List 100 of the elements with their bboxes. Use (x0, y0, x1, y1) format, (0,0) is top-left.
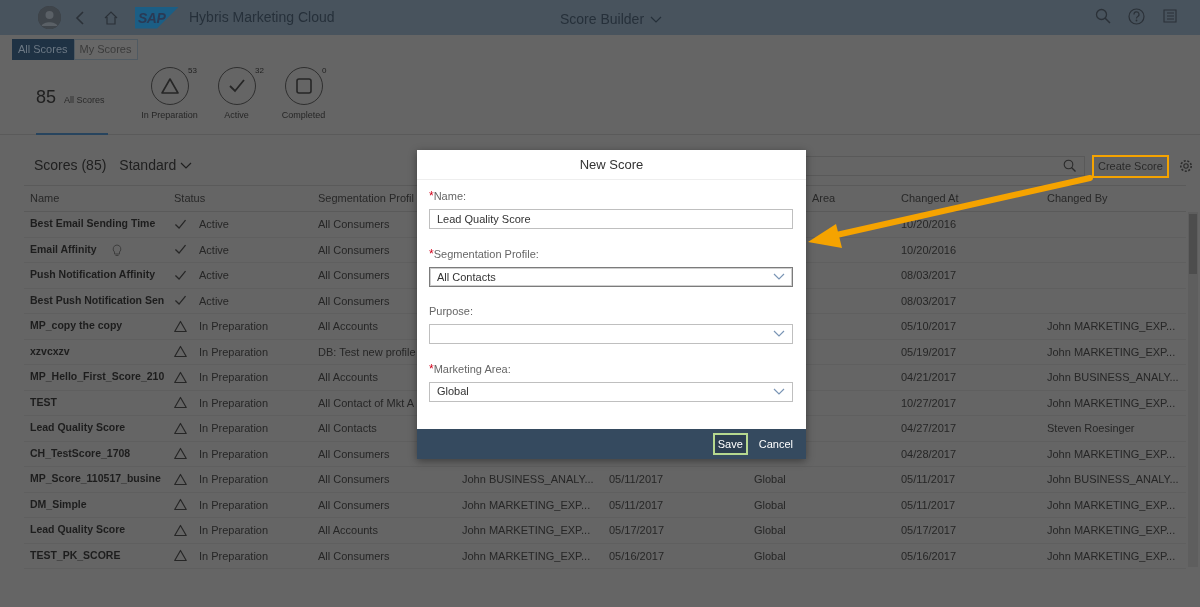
table-cell: All Consumers (318, 447, 390, 460)
square-icon (294, 76, 313, 95)
table-cell: Steven Roesinger (1047, 422, 1135, 434)
table-cell: John MARKETING_EXP... (462, 498, 591, 511)
triangle-icon (174, 498, 187, 512)
column-header[interactable]: Name (24, 190, 168, 207)
table-cell-text: Best Push Notification Sen (29, 292, 165, 308)
table-cell: 10/20/2016 (901, 243, 957, 256)
table-cell: All Accounts (318, 524, 378, 536)
table-cell-text: Push Notification Affinity (29, 267, 156, 283)
table-title: Scores (85) (34, 156, 107, 175)
table-cell: All Contact of Mkt A (318, 396, 414, 409)
table-cell: All Consumers (318, 473, 390, 485)
table-cell: 05/19/2017 (901, 345, 957, 358)
table-cell: John MARKETING_EXP... (1047, 396, 1176, 409)
chevron-down-icon (650, 15, 663, 24)
status-text: Active (199, 293, 229, 309)
checkmark-icon (174, 294, 187, 308)
table-cell: John MARKETING_EXP... (1047, 498, 1176, 511)
status-text: In Preparation (199, 421, 269, 436)
scrollbar[interactable] (1188, 212, 1198, 567)
table-cell: 05/17/2017 (609, 524, 665, 536)
status-text: In Preparation (199, 395, 269, 411)
triangle-icon (174, 447, 187, 461)
notifications-icon[interactable] (1162, 8, 1178, 24)
table-cell: All Contacts (318, 422, 377, 434)
table-cell: All Consumers (318, 549, 390, 562)
table-cell: 08/03/2017 (901, 294, 957, 307)
dialog-button[interactable]: Cancel (753, 432, 798, 456)
table-cell-text: TEST (29, 394, 57, 410)
filter-label: Active (224, 108, 249, 122)
triangle-icon (174, 472, 187, 486)
table-cell-text: MP_copy the copy (29, 318, 123, 334)
table-cell-text: TEST_PK_SCORE (29, 547, 121, 563)
triangle-icon (174, 319, 187, 333)
table-cell: 05/11/2017 (901, 473, 956, 485)
scrollbar-thumb[interactable] (1189, 214, 1197, 274)
table-cell-text: Email Affinity (29, 241, 97, 257)
column-header[interactable]: Status (168, 190, 312, 207)
table-cell: 05/10/2017 (901, 320, 957, 332)
search-icon (1063, 159, 1076, 172)
avatar-icon[interactable] (38, 6, 61, 29)
view-toggle[interactable]: All Scores (12, 39, 74, 60)
status-text: In Preparation (199, 497, 269, 513)
filter-tab[interactable]: 32 Active (203, 59, 270, 122)
checkmark-icon (174, 243, 187, 257)
triangle-icon (174, 421, 187, 435)
status-text: In Preparation (199, 523, 269, 538)
table-cell: John BUSINESS_ANALY... (1047, 371, 1179, 383)
chevron-down-icon (773, 387, 785, 396)
checkmark-icon (174, 217, 187, 231)
column-header[interactable]: Changed By (1041, 190, 1186, 207)
score-count: 85 (36, 85, 57, 109)
table-cell: 04/27/2017 (901, 422, 957, 434)
status-text: In Preparation (199, 548, 269, 564)
back-icon[interactable] (75, 10, 85, 25)
dialog-button[interactable]: Save (712, 432, 748, 456)
create-score-button[interactable]: Create Score (1092, 154, 1169, 178)
table-cell: All Accounts (318, 371, 378, 383)
status-text: In Preparation (199, 370, 269, 385)
column-header[interactable]: Changed At (895, 190, 1041, 207)
triangle-icon (174, 396, 187, 410)
table-cell: 05/11/2017 (609, 498, 664, 511)
search-icon[interactable] (1095, 8, 1111, 24)
variant-label: Standard (119, 156, 177, 175)
table-cell: John MARKETING_EXP... (462, 549, 591, 562)
table-cell: Global (754, 524, 786, 536)
triangle-icon (174, 523, 187, 537)
status-text: Active (199, 217, 229, 232)
required-asterisk: * (429, 361, 434, 376)
table-cell-text: CH_TestScore_1708 (29, 445, 131, 461)
triangle-icon (174, 370, 187, 384)
status-text: Active (199, 242, 229, 258)
status-text: In Preparation (199, 472, 269, 487)
table-cell: 04/28/2017 (901, 447, 957, 460)
table-cell: All Consumers (318, 243, 390, 256)
table-cell-text: xzvcxzv (29, 343, 70, 359)
required-asterisk: * (429, 189, 434, 203)
status-text: In Preparation (199, 446, 269, 462)
input-field[interactable]: Lead Quality Score (429, 209, 793, 229)
home-icon[interactable] (103, 9, 119, 26)
table-cell: Global (754, 473, 786, 485)
table-cell-text: MP_Hello_First_Score_210 (29, 369, 165, 385)
table-cell: All Accounts (318, 320, 378, 332)
dropdown-field[interactable]: Global (429, 381, 793, 402)
table-cell: John MARKETING_EXP... (1047, 447, 1176, 460)
required-asterisk: * (429, 247, 434, 261)
table-cell: John MARKETING_EXP... (1047, 524, 1176, 536)
triangle-icon (160, 76, 179, 95)
dropdown-field[interactable] (429, 323, 793, 344)
dropdown-field[interactable]: All Contacts (429, 267, 793, 287)
table-cell: All Consumers (318, 269, 390, 281)
chevron-down-icon (773, 329, 785, 338)
table-cell: All Consumers (318, 498, 390, 511)
status-text: In Preparation (199, 319, 269, 334)
field-label: Name: (433, 190, 467, 202)
table-cell: Global (754, 549, 786, 562)
table-cell: 10/20/2016 (901, 218, 957, 230)
settings-icon[interactable] (1179, 158, 1193, 173)
help-icon[interactable] (1128, 8, 1145, 25)
